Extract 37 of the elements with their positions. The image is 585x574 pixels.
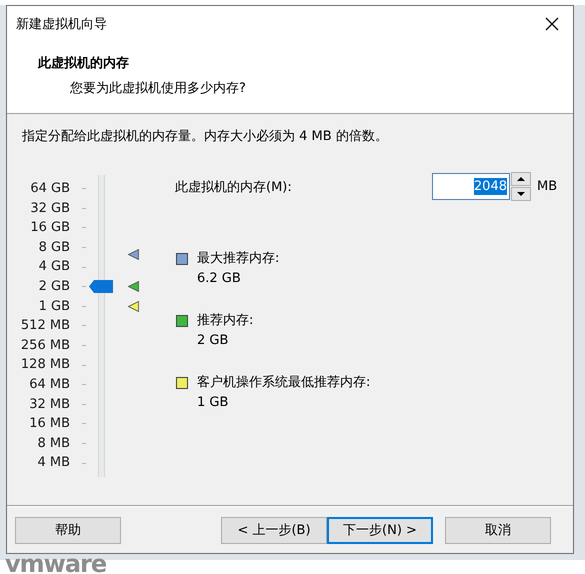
page-subtitle: 您要为此虚拟机使用多少内存? (70, 80, 247, 97)
window-title: 新建虚拟机向导 (16, 16, 107, 32)
scale-label: 4 MB (36, 454, 70, 472)
wizard-button[interactable]: 取消 (445, 516, 551, 544)
legend-value: 1 GB (197, 395, 230, 410)
memory-label: 此虚拟机的内存(M): (175, 178, 293, 196)
scale-label: 16 MB (28, 415, 70, 434)
scale-label: 64 GB (29, 180, 70, 198)
scale-label: 128 MB (20, 356, 70, 374)
spin-up-button[interactable] (511, 172, 531, 186)
memory-field[interactable]: 2048 (432, 173, 510, 200)
scale-label: 2 GB (38, 278, 70, 296)
wizard-button[interactable]: 下一步(N) > (327, 516, 433, 544)
wizard-button[interactable]: < 上一步(B) (221, 516, 327, 544)
scale-label: 32 MB (28, 396, 70, 414)
scale-label: 8 MB (36, 434, 70, 453)
scale-label: 64 MB (28, 376, 70, 394)
scale-label: 8 GB (38, 238, 70, 257)
close-icon[interactable] (545, 16, 559, 30)
instruction-text: 指定分配给此虚拟机的内存量。内存大小必须为 4 MB 的倍数。 (22, 128, 389, 145)
scale-label: 512 MB (20, 317, 70, 336)
scale-label: 256 MB (20, 336, 70, 355)
legend-label: 客户机操作系统最低推荐内存: (197, 374, 370, 391)
legend-label: 最大推荐内存: (197, 250, 280, 267)
legend-label: 推荐内存: (197, 312, 254, 329)
legend-value: 2 GB (197, 333, 230, 348)
slider-thumb[interactable] (89, 280, 113, 294)
scale-label: 16 GB (29, 219, 70, 238)
scale-label: 32 GB (29, 200, 70, 218)
spin-down-button[interactable] (511, 187, 531, 201)
vmware-logo: vmware (5, 553, 106, 574)
scale-label: 1 GB (38, 298, 70, 316)
scale-label: 4 GB (38, 258, 70, 276)
unit-label: MB (537, 179, 558, 194)
wizard-button[interactable]: 帮助 (15, 516, 121, 544)
legend-value: 6.2 GB (197, 271, 242, 286)
page-title: 此虚拟机的内存 (38, 54, 130, 72)
